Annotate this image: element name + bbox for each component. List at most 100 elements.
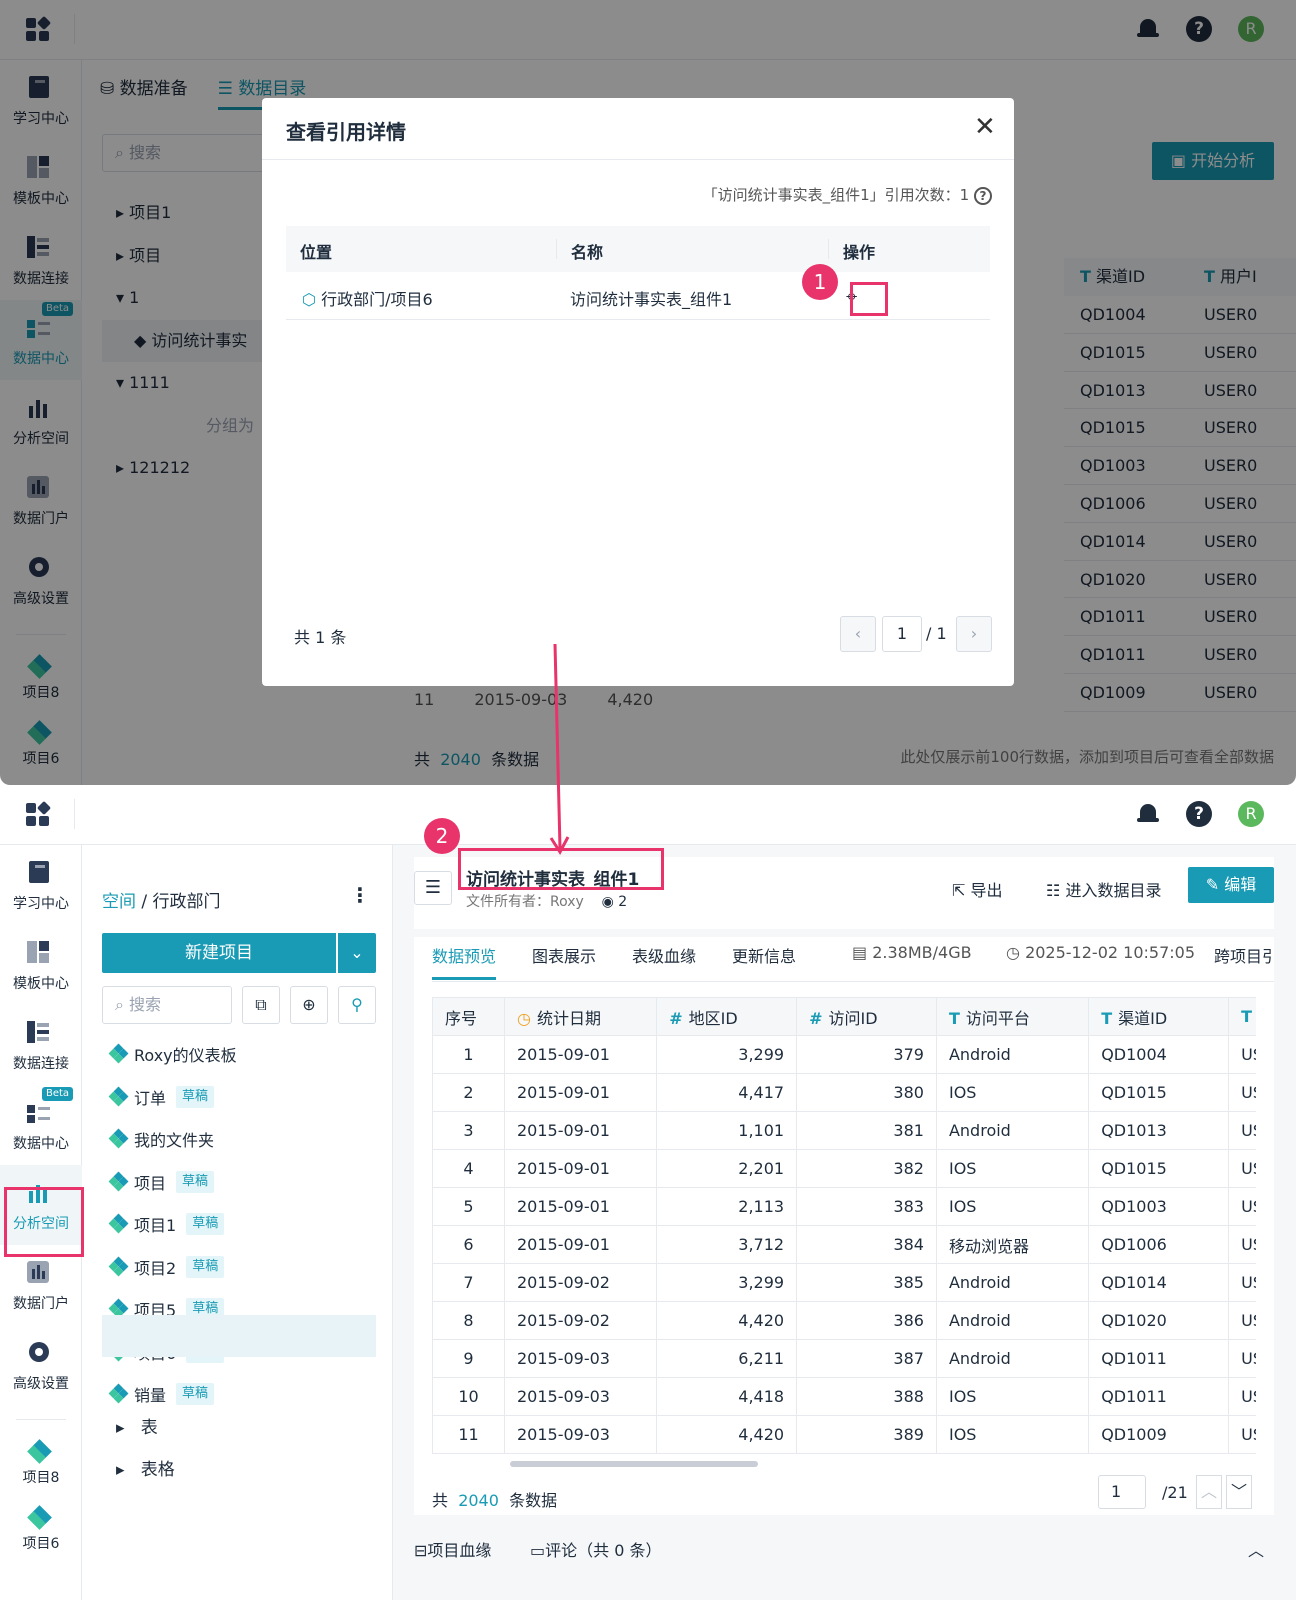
table-row[interactable]: 52015-09-012,113383IOSQD1003US <box>432 1187 1256 1226</box>
avatar[interactable]: R <box>1238 801 1264 827</box>
storage-icon: ▤ <box>852 943 868 962</box>
table-row[interactable]: 92015-09-036,211387AndroidQD1011US <box>432 1339 1256 1378</box>
more-vertical-icon[interactable]: ⋮ <box>350 883 370 907</box>
data-preview-table: 序号 ◷ 统计日期 # 地区ID # 访问ID T 访问平台 T 渠道ID T 1 2015-09-01… <box>432 997 1256 1467</box>
modal-title: 查看引用详情 <box>286 120 406 144</box>
tab-lineage[interactable]: 表级血缘 <box>632 943 696 980</box>
chevron-up-icon[interactable]: ︿ <box>1248 1537 1264 1561</box>
breadcrumb-space-link[interactable]: 空间 <box>102 892 136 912</box>
column-header[interactable]: T 渠道ID <box>1088 997 1230 1036</box>
new-project-button[interactable]: 新建项目 <box>102 933 336 973</box>
column-header[interactable]: ◷ 统计日期 <box>503 997 658 1036</box>
template-icon <box>27 941 53 965</box>
field-type-icon: # <box>669 1008 683 1028</box>
space-tree-item[interactable]: 项目2 草稿 <box>108 1252 225 1282</box>
nav-settings[interactable]: 高级设置 <box>0 1325 82 1405</box>
project-icon <box>27 1505 52 1530</box>
project-icon <box>108 1086 129 1106</box>
space-tree-item[interactable]: 订单 草稿 <box>108 1082 215 1112</box>
enter-catalog-button[interactable]: ☷ 进入数据目录 <box>1046 877 1161 901</box>
file-owner: 文件所有者：Roxy ◉ 2 <box>466 894 628 910</box>
nav-connection[interactable]: 数据连接 <box>0 1005 82 1085</box>
table-row[interactable]: 62015-09-013,712384移动浏览器QD1006US <box>432 1225 1256 1264</box>
annotation-highlight-locate <box>850 282 888 316</box>
list-icon: ☷ <box>1046 881 1061 900</box>
page-input[interactable]: 1 <box>882 616 922 652</box>
column-header[interactable]: # 访问ID <box>796 997 937 1036</box>
nav-learning[interactable]: 学习中心 <box>0 845 82 925</box>
space-tree-item[interactable]: Roxy的仪表板 <box>108 1039 237 1069</box>
column-header[interactable]: T <box>1228 997 1256 1036</box>
nav-project-6[interactable]: 项目6 <box>0 1499 82 1565</box>
table-row[interactable]: 72015-09-023,299385AndroidQD1014US <box>432 1263 1256 1302</box>
add-folder-icon[interactable]: ⊕ <box>290 986 328 1024</box>
space-search-input[interactable]: ⌕ 搜索 <box>102 986 232 1024</box>
table-row[interactable]: 112015-09-034,420389IOSQD1009US <box>432 1415 1256 1454</box>
draft-badge: 草稿 <box>186 1255 225 1278</box>
export-icon: ⇱ <box>952 881 966 900</box>
nav-data-center[interactable]: Beta 数据中心 <box>0 1085 82 1165</box>
connection-icon <box>27 1021 53 1045</box>
annotation-arrow <box>549 643 570 855</box>
book-icon <box>27 861 53 885</box>
tab-chart[interactable]: 图表展示 <box>532 943 596 980</box>
help-icon[interactable]: ? <box>1186 801 1212 827</box>
table-row[interactable]: 12015-09-013,299379AndroidQD1004US <box>432 1035 1256 1074</box>
open-external-icon[interactable]: ⧉ <box>242 986 280 1024</box>
modal-table-header: 位置 名称 操作 <box>286 226 990 272</box>
space-tree-item[interactable]: 我的文件夹 <box>108 1124 214 1154</box>
space-tree-item[interactable]: 销量 草稿 <box>108 1379 215 1409</box>
data-center-icon <box>27 1101 53 1125</box>
table-row[interactable]: 22015-09-014,417380IOSQD1015US <box>432 1073 1256 1112</box>
edit-button[interactable]: ✎ 编辑 <box>1188 867 1274 903</box>
comments-tab[interactable]: ▭评论（共 0 条） <box>530 1537 661 1561</box>
detail-tabs: 数据预览 图表展示 表级血缘 更新信息 <box>432 943 796 980</box>
comment-icon: ▭ <box>530 1541 546 1560</box>
table-row[interactable]: 42015-09-012,201382IOSQD1015US <box>432 1149 1256 1188</box>
column-header[interactable]: # 地区ID <box>656 997 798 1036</box>
cube-icon: ⬡ <box>302 290 316 309</box>
field-type-icon: T <box>1101 1008 1113 1028</box>
export-button[interactable]: ⇱ 导出 <box>952 877 1003 901</box>
column-header[interactable]: 序号 <box>432 997 505 1036</box>
pen-icon: ✎ <box>1205 875 1220 894</box>
project-lineage-tab[interactable]: ⊟项目血缘 <box>414 1537 491 1561</box>
nav-template[interactable]: 模板中心 <box>0 925 82 1005</box>
project-icon <box>108 1171 129 1191</box>
bell-icon[interactable] <box>1136 801 1160 827</box>
field-type-icon: T <box>948 1008 960 1028</box>
page-up-icon[interactable]: ︿ <box>1196 1475 1222 1509</box>
prev-page-button[interactable]: ‹ <box>840 616 876 652</box>
draft-badge: 草稿 <box>176 1085 215 1108</box>
table-row[interactable]: 102015-09-034,418388IOSQD1011US <box>432 1377 1256 1416</box>
draft-badge: 草稿 <box>176 1170 215 1193</box>
tree-group[interactable]: ▸ 表 <box>116 1407 175 1449</box>
tab-update-info[interactable]: 更新信息 <box>732 943 796 980</box>
close-icon[interactable]: ✕ <box>974 112 996 142</box>
draft-badge: 草稿 <box>176 1383 215 1405</box>
project-icon <box>27 1439 52 1464</box>
table-row[interactable]: 32015-09-011,101381AndroidQD1013US <box>432 1111 1256 1150</box>
table-row[interactable]: 82015-09-024,420386AndroidQD1020US <box>432 1301 1256 1340</box>
nav-portal[interactable]: 数据门户 <box>0 1245 82 1325</box>
nav-project-8[interactable]: 项目8 <box>0 1433 82 1499</box>
page-input[interactable]: 1 <box>1098 1475 1146 1509</box>
collapse-panel-icon[interactable]: ☰ <box>414 871 452 905</box>
field-type-icon: ◷ <box>517 1008 531 1028</box>
space-tree-item[interactable]: 项目1 草稿 <box>108 1209 225 1239</box>
bottom-screenshot: ? R 学习中心 模板中心 数据连接 Beta 数据中心 分析空间 数据门户 高… <box>0 785 1296 1600</box>
filter-icon[interactable]: ⚲ <box>338 986 376 1024</box>
chevron-down-icon[interactable]: ⌄ <box>338 933 376 973</box>
tree-group[interactable]: ▸ 表格 <box>116 1449 175 1491</box>
page-down-icon[interactable]: ﹀ <box>1226 1475 1252 1509</box>
tab-data-preview[interactable]: 数据预览 <box>432 943 497 980</box>
tab-cross-project[interactable]: 跨项目引 <box>1214 943 1274 967</box>
space-tree-item[interactable]: 项目 草稿 <box>108 1167 215 1197</box>
app-grid-logo[interactable] <box>26 800 52 827</box>
horizontal-scrollbar[interactable] <box>510 1461 758 1467</box>
next-page-button[interactable]: › <box>956 616 992 652</box>
help-circle-icon[interactable]: ? <box>974 187 992 205</box>
column-header[interactable]: T 访问平台 <box>935 997 1090 1036</box>
space-tree-groups: ▸ 表 ▸ 表格 <box>116 1407 175 1491</box>
annotation-highlight-analysis <box>4 1187 84 1257</box>
